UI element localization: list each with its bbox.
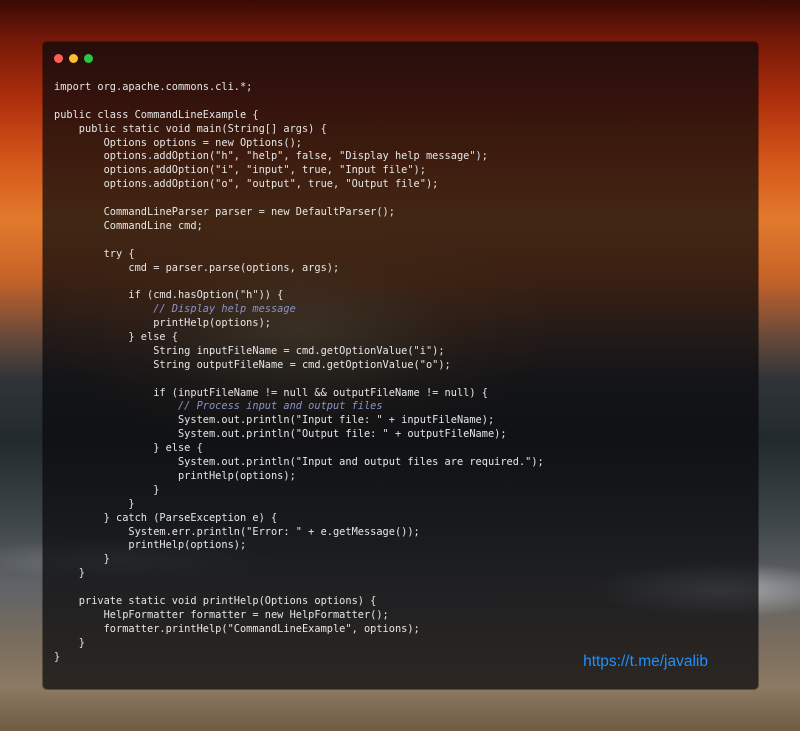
code-line: System.out.println("Output file: " + out…	[54, 428, 507, 441]
window-controls	[54, 54, 93, 63]
code-line: options.addOption("o", "output", true, "…	[54, 178, 439, 191]
code-line: } catch (ParseException e) {	[54, 511, 278, 524]
code-line: } else {	[54, 442, 203, 455]
code-line: private static void printHelp(Options op…	[54, 594, 377, 607]
zoom-dot-icon[interactable]	[84, 54, 93, 63]
code-line: System.out.println("Input and output fil…	[54, 456, 544, 469]
close-dot-icon[interactable]	[54, 54, 63, 63]
code-line: printHelp(options);	[54, 469, 296, 482]
code-line: if (cmd.hasOption("h")) {	[54, 289, 284, 302]
code-line: CommandLineParser parser = new DefaultPa…	[54, 206, 395, 219]
code-line: HelpFormatter formatter = new HelpFormat…	[54, 608, 389, 621]
code-line: }	[54, 553, 110, 566]
minimize-dot-icon[interactable]	[69, 54, 78, 63]
code-comment-line: // Process input and output files	[54, 400, 383, 413]
code-line: }	[54, 567, 85, 580]
code-line: String inputFileName = cmd.getOptionValu…	[54, 344, 445, 357]
code-block: import org.apache.commons.cli.*; public c…	[54, 81, 544, 664]
code-comment-line: // Display help message	[54, 303, 296, 316]
code-line: Options options = new Options();	[54, 136, 302, 149]
code-line: if (inputFileName != null && outputFileN…	[54, 386, 488, 399]
code-line: }	[54, 483, 160, 496]
code-line: options.addOption("h", "help", false, "D…	[54, 150, 488, 163]
code-line: System.err.println("Error: " + e.getMess…	[54, 525, 420, 538]
code-line: try {	[54, 247, 135, 260]
code-line: public class CommandLineExample {	[54, 108, 259, 121]
code-line: public static void main(String[] args) {	[54, 122, 327, 135]
code-line: System.out.println("Input file: " + inpu…	[54, 414, 495, 427]
code-line: }	[54, 497, 135, 510]
code-line: } else {	[54, 331, 178, 344]
code-editor-window: import org.apache.commons.cli.*; public c…	[43, 42, 758, 689]
code-line: import org.apache.commons.cli.*;	[54, 81, 253, 93]
code-line: }	[54, 650, 61, 663]
code-line: }	[54, 636, 85, 649]
code-line: printHelp(options);	[54, 317, 271, 330]
code-line: cmd = parser.parse(options, args);	[54, 261, 340, 274]
telegram-link-watermark[interactable]: https://t.me/javalib	[583, 653, 708, 671]
code-line: formatter.printHelp("CommandLineExample"…	[54, 622, 420, 635]
code-line: printHelp(options);	[54, 539, 247, 552]
code-line: options.addOption("i", "input", true, "I…	[54, 164, 426, 177]
code-line: String outputFileName = cmd.getOptionVal…	[54, 358, 451, 371]
code-line: CommandLine cmd;	[54, 219, 203, 232]
